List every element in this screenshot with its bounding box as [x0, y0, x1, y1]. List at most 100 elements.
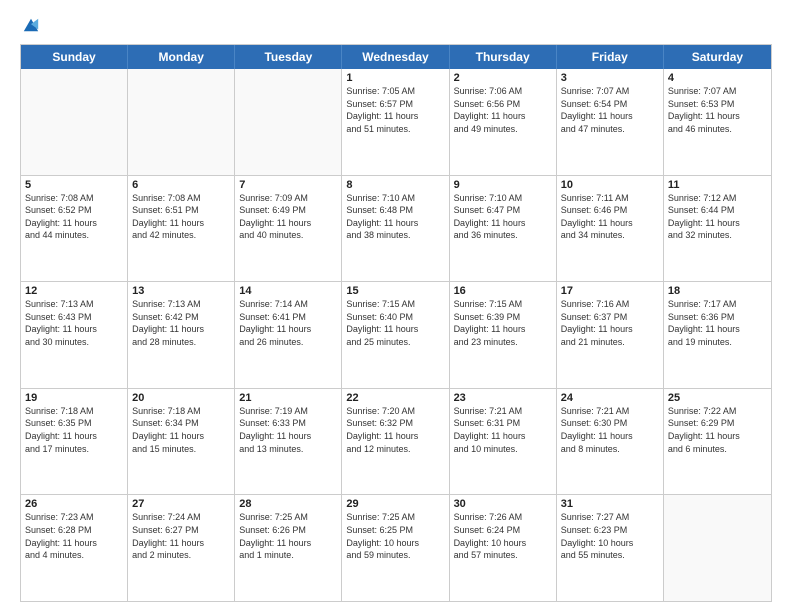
cal-cell: 6Sunrise: 7:08 AM Sunset: 6:51 PM Daylig…: [128, 176, 235, 282]
header-day-friday: Friday: [557, 45, 664, 69]
day-number: 16: [454, 285, 552, 297]
cal-cell: 8Sunrise: 7:10 AM Sunset: 6:48 PM Daylig…: [342, 176, 449, 282]
day-number: 4: [668, 72, 767, 84]
cal-cell: 18Sunrise: 7:17 AM Sunset: 6:36 PM Dayli…: [664, 282, 771, 388]
day-number: 13: [132, 285, 230, 297]
day-info: Sunrise: 7:08 AM Sunset: 6:52 PM Dayligh…: [25, 192, 123, 242]
day-info: Sunrise: 7:05 AM Sunset: 6:57 PM Dayligh…: [346, 85, 444, 135]
cal-cell: 23Sunrise: 7:21 AM Sunset: 6:31 PM Dayli…: [450, 389, 557, 495]
day-number: 29: [346, 498, 444, 510]
day-info: Sunrise: 7:12 AM Sunset: 6:44 PM Dayligh…: [668, 192, 767, 242]
day-number: 11: [668, 179, 767, 191]
cal-cell: 1Sunrise: 7:05 AM Sunset: 6:57 PM Daylig…: [342, 69, 449, 175]
day-info: Sunrise: 7:25 AM Sunset: 6:26 PM Dayligh…: [239, 511, 337, 561]
cal-cell: 12Sunrise: 7:13 AM Sunset: 6:43 PM Dayli…: [21, 282, 128, 388]
day-info: Sunrise: 7:18 AM Sunset: 6:34 PM Dayligh…: [132, 405, 230, 455]
cal-cell: 15Sunrise: 7:15 AM Sunset: 6:40 PM Dayli…: [342, 282, 449, 388]
day-info: Sunrise: 7:19 AM Sunset: 6:33 PM Dayligh…: [239, 405, 337, 455]
header-day-tuesday: Tuesday: [235, 45, 342, 69]
cal-cell: 28Sunrise: 7:25 AM Sunset: 6:26 PM Dayli…: [235, 495, 342, 601]
cal-cell: 31Sunrise: 7:27 AM Sunset: 6:23 PM Dayli…: [557, 495, 664, 601]
week-row-5: 26Sunrise: 7:23 AM Sunset: 6:28 PM Dayli…: [21, 495, 771, 601]
week-row-4: 19Sunrise: 7:18 AM Sunset: 6:35 PM Dayli…: [21, 389, 771, 496]
cal-cell: 11Sunrise: 7:12 AM Sunset: 6:44 PM Dayli…: [664, 176, 771, 282]
cal-cell: 30Sunrise: 7:26 AM Sunset: 6:24 PM Dayli…: [450, 495, 557, 601]
day-info: Sunrise: 7:09 AM Sunset: 6:49 PM Dayligh…: [239, 192, 337, 242]
day-number: 23: [454, 392, 552, 404]
day-info: Sunrise: 7:15 AM Sunset: 6:39 PM Dayligh…: [454, 298, 552, 348]
cal-cell: [235, 69, 342, 175]
day-number: 7: [239, 179, 337, 191]
header: [20, 16, 772, 34]
day-info: Sunrise: 7:11 AM Sunset: 6:46 PM Dayligh…: [561, 192, 659, 242]
cal-cell: 4Sunrise: 7:07 AM Sunset: 6:53 PM Daylig…: [664, 69, 771, 175]
day-number: 26: [25, 498, 123, 510]
cal-cell: [21, 69, 128, 175]
day-info: Sunrise: 7:27 AM Sunset: 6:23 PM Dayligh…: [561, 511, 659, 561]
cal-cell: 9Sunrise: 7:10 AM Sunset: 6:47 PM Daylig…: [450, 176, 557, 282]
day-number: 21: [239, 392, 337, 404]
cal-cell: 20Sunrise: 7:18 AM Sunset: 6:34 PM Dayli…: [128, 389, 235, 495]
day-info: Sunrise: 7:17 AM Sunset: 6:36 PM Dayligh…: [668, 298, 767, 348]
day-number: 20: [132, 392, 230, 404]
cal-cell: 5Sunrise: 7:08 AM Sunset: 6:52 PM Daylig…: [21, 176, 128, 282]
day-number: 17: [561, 285, 659, 297]
day-info: Sunrise: 7:26 AM Sunset: 6:24 PM Dayligh…: [454, 511, 552, 561]
day-info: Sunrise: 7:18 AM Sunset: 6:35 PM Dayligh…: [25, 405, 123, 455]
day-info: Sunrise: 7:14 AM Sunset: 6:41 PM Dayligh…: [239, 298, 337, 348]
day-number: 1: [346, 72, 444, 84]
calendar-body: 1Sunrise: 7:05 AM Sunset: 6:57 PM Daylig…: [21, 69, 771, 601]
cal-cell: [664, 495, 771, 601]
day-number: 28: [239, 498, 337, 510]
day-number: 10: [561, 179, 659, 191]
day-number: 25: [668, 392, 767, 404]
day-number: 27: [132, 498, 230, 510]
cal-cell: 27Sunrise: 7:24 AM Sunset: 6:27 PM Dayli…: [128, 495, 235, 601]
day-number: 30: [454, 498, 552, 510]
cal-cell: 25Sunrise: 7:22 AM Sunset: 6:29 PM Dayli…: [664, 389, 771, 495]
cal-cell: 13Sunrise: 7:13 AM Sunset: 6:42 PM Dayli…: [128, 282, 235, 388]
day-info: Sunrise: 7:13 AM Sunset: 6:42 PM Dayligh…: [132, 298, 230, 348]
day-info: Sunrise: 7:08 AM Sunset: 6:51 PM Dayligh…: [132, 192, 230, 242]
cal-cell: 3Sunrise: 7:07 AM Sunset: 6:54 PM Daylig…: [557, 69, 664, 175]
day-info: Sunrise: 7:20 AM Sunset: 6:32 PM Dayligh…: [346, 405, 444, 455]
cal-cell: 10Sunrise: 7:11 AM Sunset: 6:46 PM Dayli…: [557, 176, 664, 282]
day-info: Sunrise: 7:13 AM Sunset: 6:43 PM Dayligh…: [25, 298, 123, 348]
day-info: Sunrise: 7:10 AM Sunset: 6:48 PM Dayligh…: [346, 192, 444, 242]
day-info: Sunrise: 7:21 AM Sunset: 6:31 PM Dayligh…: [454, 405, 552, 455]
cal-cell: 19Sunrise: 7:18 AM Sunset: 6:35 PM Dayli…: [21, 389, 128, 495]
calendar: SundayMondayTuesdayWednesdayThursdayFrid…: [20, 44, 772, 602]
day-info: Sunrise: 7:07 AM Sunset: 6:54 PM Dayligh…: [561, 85, 659, 135]
day-info: Sunrise: 7:06 AM Sunset: 6:56 PM Dayligh…: [454, 85, 552, 135]
header-day-thursday: Thursday: [450, 45, 557, 69]
day-info: Sunrise: 7:21 AM Sunset: 6:30 PM Dayligh…: [561, 405, 659, 455]
day-number: 14: [239, 285, 337, 297]
cal-cell: 22Sunrise: 7:20 AM Sunset: 6:32 PM Dayli…: [342, 389, 449, 495]
logo-icon: [22, 16, 40, 34]
cal-cell: [128, 69, 235, 175]
week-row-1: 1Sunrise: 7:05 AM Sunset: 6:57 PM Daylig…: [21, 69, 771, 176]
day-info: Sunrise: 7:10 AM Sunset: 6:47 PM Dayligh…: [454, 192, 552, 242]
day-number: 15: [346, 285, 444, 297]
header-day-wednesday: Wednesday: [342, 45, 449, 69]
header-day-monday: Monday: [128, 45, 235, 69]
day-number: 18: [668, 285, 767, 297]
cal-cell: 29Sunrise: 7:25 AM Sunset: 6:25 PM Dayli…: [342, 495, 449, 601]
header-day-saturday: Saturday: [664, 45, 771, 69]
day-number: 5: [25, 179, 123, 191]
cal-cell: 24Sunrise: 7:21 AM Sunset: 6:30 PM Dayli…: [557, 389, 664, 495]
day-info: Sunrise: 7:16 AM Sunset: 6:37 PM Dayligh…: [561, 298, 659, 348]
logo: [20, 16, 40, 34]
day-info: Sunrise: 7:07 AM Sunset: 6:53 PM Dayligh…: [668, 85, 767, 135]
calendar-page: SundayMondayTuesdayWednesdayThursdayFrid…: [0, 0, 792, 612]
cal-cell: 26Sunrise: 7:23 AM Sunset: 6:28 PM Dayli…: [21, 495, 128, 601]
day-number: 6: [132, 179, 230, 191]
day-info: Sunrise: 7:25 AM Sunset: 6:25 PM Dayligh…: [346, 511, 444, 561]
calendar-header: SundayMondayTuesdayWednesdayThursdayFrid…: [21, 45, 771, 69]
day-number: 2: [454, 72, 552, 84]
cal-cell: 21Sunrise: 7:19 AM Sunset: 6:33 PM Dayli…: [235, 389, 342, 495]
day-number: 19: [25, 392, 123, 404]
week-row-3: 12Sunrise: 7:13 AM Sunset: 6:43 PM Dayli…: [21, 282, 771, 389]
day-info: Sunrise: 7:22 AM Sunset: 6:29 PM Dayligh…: [668, 405, 767, 455]
day-number: 9: [454, 179, 552, 191]
